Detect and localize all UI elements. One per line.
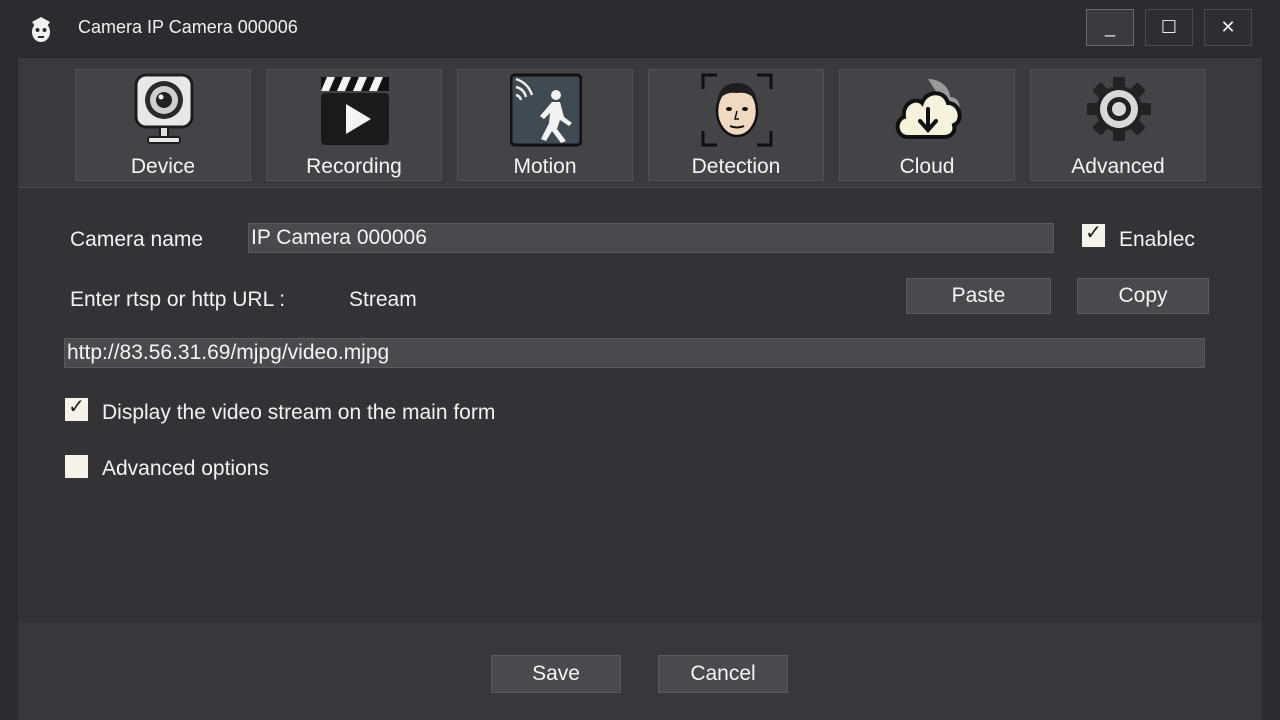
title-bar: Camera IP Camera 000006 _ ☐ ✕ xyxy=(0,0,1280,58)
motion-sensor-icon xyxy=(510,73,582,147)
advanced-options-checkbox[interactable] xyxy=(65,455,88,478)
url-input[interactable] xyxy=(64,338,1205,368)
clapperboard-play-icon xyxy=(321,77,389,145)
stream-label: Stream xyxy=(349,288,417,311)
tab-label: Recording xyxy=(306,155,402,178)
advanced-options-label: Advanced options xyxy=(102,457,269,480)
tab-label: Motion xyxy=(513,155,577,178)
tab-device[interactable]: Device xyxy=(75,69,251,181)
tab-label: Advanced xyxy=(1071,155,1165,178)
save-button[interactable]: Save xyxy=(491,655,621,693)
device-settings-panel: Camera name ✓ Enablec Enter rtsp or http… xyxy=(18,188,1262,622)
copy-button[interactable]: Copy xyxy=(1077,278,1209,314)
display-stream-label: Display the video stream on the main for… xyxy=(102,401,496,424)
display-stream-checkbox[interactable]: ✓ xyxy=(65,397,88,421)
minimize-button[interactable]: _ xyxy=(1086,9,1134,46)
tab-detection[interactable]: Detection xyxy=(648,69,824,181)
tab-label: Detection xyxy=(691,155,781,178)
gear-icon xyxy=(1087,77,1151,141)
close-button[interactable]: ✕ xyxy=(1204,9,1252,46)
tab-recording[interactable]: Recording xyxy=(266,69,442,181)
enabled-checkbox[interactable]: ✓ xyxy=(1082,223,1105,247)
tab-motion[interactable]: Motion xyxy=(457,69,633,181)
webcam-icon xyxy=(134,73,194,144)
face-detection-icon xyxy=(701,73,773,147)
settings-window: Device Recording Motion Detection Cloud … xyxy=(18,58,1262,720)
tab-cloud[interactable]: Cloud xyxy=(839,69,1015,181)
camera-name-label: Camera name xyxy=(70,228,204,251)
tab-label: Device xyxy=(130,155,196,178)
app-logo-icon xyxy=(32,17,50,42)
cloud-download-icon xyxy=(895,79,962,139)
dialog-footer: Save Cancel xyxy=(18,622,1262,720)
maximize-button[interactable]: ☐ xyxy=(1145,9,1193,46)
tab-label: Cloud xyxy=(899,155,955,178)
cancel-button[interactable]: Cancel xyxy=(658,655,788,693)
toolbar: Device Recording Motion Detection Cloud … xyxy=(18,58,1262,188)
paste-button[interactable]: Paste xyxy=(906,278,1051,314)
window-title: Camera IP Camera 000006 xyxy=(78,17,298,37)
enabled-label: Enablec xyxy=(1119,228,1195,251)
url-label: Enter rtsp or http URL : xyxy=(70,288,286,311)
tab-advanced[interactable]: Advanced xyxy=(1030,69,1206,181)
camera-name-input[interactable] xyxy=(248,223,1054,253)
